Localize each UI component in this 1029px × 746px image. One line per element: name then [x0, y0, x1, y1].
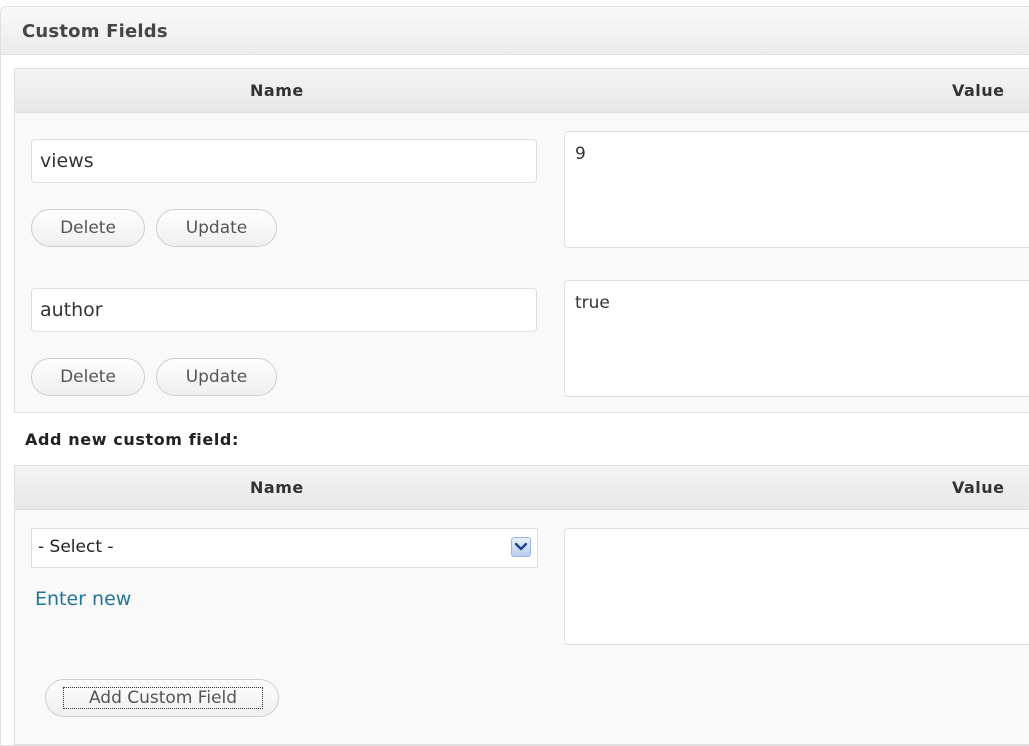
field-value-textarea-views[interactable]: 9 [564, 131, 1029, 248]
chevron-down-icon[interactable] [511, 537, 531, 557]
column-header-name: Name [250, 478, 304, 497]
select-selected-value: - Select - [38, 537, 114, 557]
table-header: Name Value [15, 69, 1029, 113]
add-new-field-label: Add new custom field: [25, 430, 239, 449]
add-custom-field-button[interactable]: Add Custom Field [45, 679, 279, 717]
field-value-textarea-author[interactable]: true [564, 280, 1029, 397]
new-field-value-textarea[interactable] [564, 528, 1029, 645]
add-custom-field-label: Add Custom Field [63, 687, 263, 709]
delete-button-author[interactable]: Delete [31, 358, 145, 396]
delete-button-views[interactable]: Delete [31, 209, 145, 247]
field-name-input-views[interactable] [31, 139, 537, 183]
enter-new-link[interactable]: Enter new [35, 588, 131, 610]
field-name-input-author[interactable] [31, 288, 537, 332]
update-button-author[interactable]: Update [156, 358, 277, 396]
field-name-select[interactable]: - Select - [31, 528, 538, 568]
column-header-value: Value [952, 478, 1005, 497]
custom-fields-table: Name Value Delete Update 9 Delete Update… [14, 68, 1029, 413]
add-custom-field-table: Name Value - Select - Enter new Add Cust… [14, 465, 1029, 745]
update-button-views[interactable]: Update [156, 209, 277, 247]
panel-header[interactable]: Custom Fields [1, 7, 1029, 55]
column-header-value: Value [952, 81, 1005, 100]
panel-title: Custom Fields [22, 21, 168, 42]
column-header-name: Name [250, 81, 304, 100]
table-header: Name Value [15, 466, 1029, 510]
